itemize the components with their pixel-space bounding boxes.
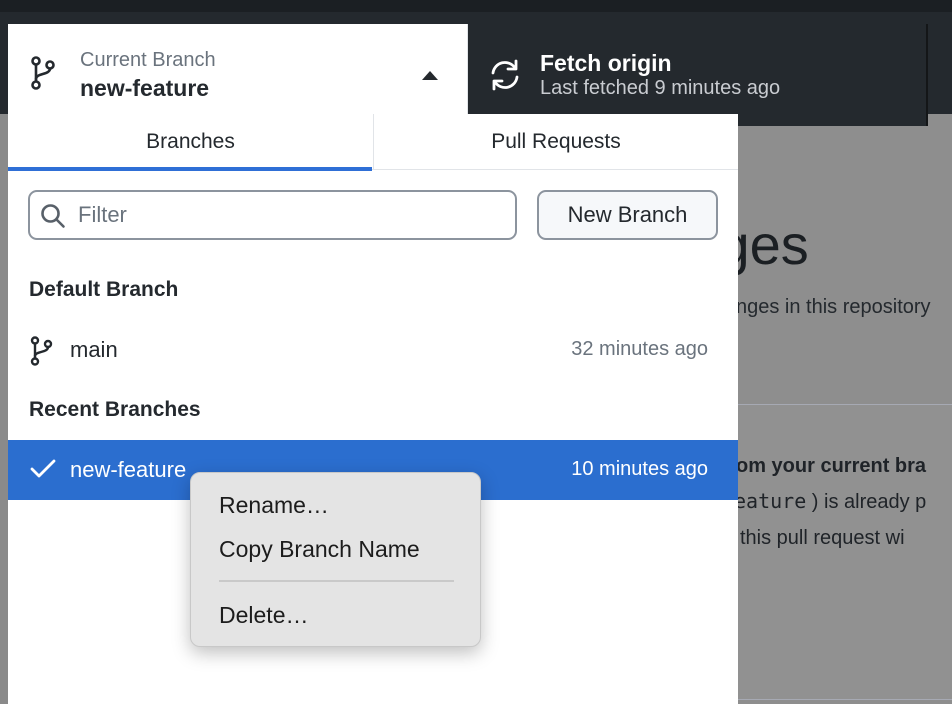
panel-tabs: Branches Pull Requests — [8, 114, 738, 171]
tab-branches[interactable]: Branches — [8, 114, 373, 171]
sync-icon — [488, 58, 522, 97]
branch-item-main[interactable]: main 32 minutes ago — [8, 320, 738, 380]
menu-item-delete[interactable]: Delete… — [219, 602, 308, 629]
current-branch-caption: Current Branch — [80, 49, 216, 71]
branch-context-menu: Rename… Copy Branch Name Delete… — [190, 472, 481, 647]
menu-item-rename[interactable]: Rename… — [219, 492, 329, 519]
branch-timestamp: 10 minutes ago — [571, 458, 708, 480]
background-card-title: om your current bra — [738, 455, 927, 477]
tab-pull-requests[interactable]: Pull Requests — [373, 114, 738, 170]
git-branch-icon — [30, 336, 54, 371]
background-card-line: this pull request wi — [740, 527, 905, 549]
fetch-origin-button[interactable]: Fetch origin Last fetched 9 minutes ago — [468, 24, 928, 126]
branch-name: main — [70, 337, 118, 362]
toolbar-divider — [926, 24, 928, 126]
toolbar: Current Branch new-feature Fetch origin … — [0, 0, 952, 126]
menu-separator — [219, 580, 454, 582]
background-subtitle: nges in this repository — [738, 296, 931, 318]
search-icon — [40, 203, 66, 234]
default-branch-heading: Default Branch — [29, 278, 179, 301]
active-tab-indicator — [8, 167, 372, 171]
git-branch-icon — [30, 56, 56, 95]
new-branch-button[interactable]: New Branch — [537, 190, 718, 240]
background-card-line: eature ) is already p — [738, 489, 927, 513]
caret-up-icon — [422, 71, 438, 80]
filter-field[interactable] — [28, 190, 517, 240]
background-strip — [0, 114, 8, 704]
branch-name: new-feature — [70, 457, 187, 482]
tab-pull-requests-label: Pull Requests — [491, 130, 621, 153]
menu-item-copy-branch-name[interactable]: Copy Branch Name — [219, 536, 420, 563]
branch-timestamp: 32 minutes ago — [571, 338, 708, 360]
tab-branches-label: Branches — [146, 130, 235, 153]
background-heading: iges — [738, 213, 809, 276]
background-card: om your current bra eature ) is already … — [738, 404, 952, 700]
current-branch-button[interactable]: Current Branch new-feature — [8, 24, 468, 126]
fetch-origin-label: Fetch origin — [540, 50, 672, 76]
current-branch-name: new-feature — [80, 75, 210, 101]
filter-input[interactable] — [78, 196, 498, 234]
checkmark-icon — [30, 458, 56, 485]
recent-branches-heading: Recent Branches — [29, 398, 201, 421]
last-fetched-status: Last fetched 9 minutes ago — [540, 77, 781, 99]
